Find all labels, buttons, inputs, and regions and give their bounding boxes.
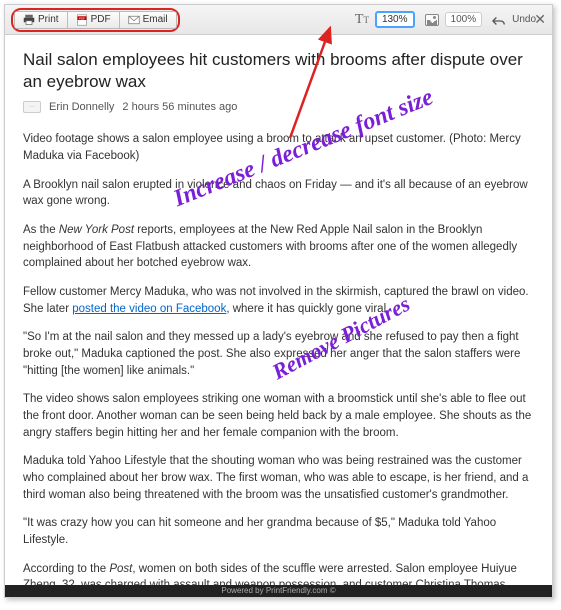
image-size-value[interactable]: 100% [445,12,483,27]
toolbar: Print PDF PDF Email TT 130% 100% [5,5,552,35]
output-button-group: Print PDF PDF Email [11,8,180,32]
close-button[interactable]: ✕ [534,11,546,28]
image-icon [425,14,439,26]
email-label: Email [143,14,168,25]
author-avatar: ··· [23,101,41,113]
pdf-icon: PDF [76,14,88,26]
text-size-control[interactable]: TT 130% [355,11,415,28]
print-button[interactable]: Print [14,11,68,29]
article-content: Nail salon employees hit customers with … [5,35,552,595]
envelope-icon [128,14,140,26]
undo-icon [492,14,506,26]
paragraph: "So I'm at the nail salon and they messe… [23,329,534,379]
source-citation: New York Post [59,224,134,236]
paragraph: A Brooklyn nail salon erupted in violenc… [23,177,534,210]
svg-text:PDF: PDF [79,16,85,20]
author-name: Erin Donnelly [49,101,114,113]
text-size-icon: TT [355,13,369,27]
undo-label: Undo [512,14,536,25]
undo-button[interactable]: Undo [492,14,536,26]
pdf-button[interactable]: PDF PDF [68,11,120,29]
source-citation: Post [109,563,132,575]
text-size-value[interactable]: 130% [375,11,415,28]
publish-time: 2 hours 56 minutes ago [122,101,237,113]
printer-icon [23,14,35,26]
article-title: Nail salon employees hit customers with … [23,49,534,93]
print-label: Print [38,14,59,25]
footer: Powered by PrintFriendly.com © [5,585,552,597]
paragraph: Maduka told Yahoo Lifestyle that the sho… [23,453,534,503]
byline: ··· Erin Donnelly 2 hours 56 minutes ago [23,101,534,113]
paragraph: "It was crazy how you can hit someone an… [23,515,534,548]
paragraph: As the New York Post reports, employees … [23,222,534,272]
image-size-control[interactable]: 100% [425,12,483,27]
paragraph: Video footage shows a salon employee usi… [23,131,534,164]
paragraph: Fellow customer Mercy Maduka, who was no… [23,284,534,317]
pdf-label: PDF [91,14,111,25]
facebook-link[interactable]: posted the video on Facebook [72,303,226,315]
email-button[interactable]: Email [120,11,177,29]
paragraph: The video shows salon employees striking… [23,391,534,441]
